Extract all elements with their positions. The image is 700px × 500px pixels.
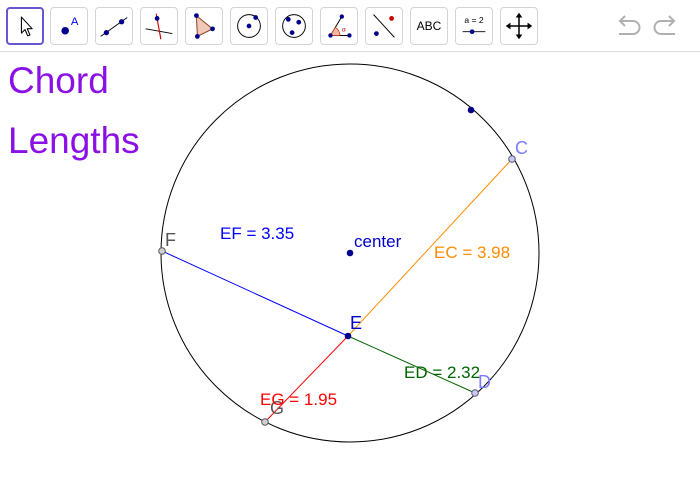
label-center: center [354,232,402,251]
measure-ec[interactable]: EC = 3.98 [434,243,510,262]
line-tool-button[interactable] [95,7,133,45]
label-f: F [165,230,176,250]
circle-three-points-icon [282,14,306,38]
text-tool-label: ABC [416,19,442,33]
slider-icon: a = 2 [462,15,486,35]
undo-icon [618,15,641,35]
measure-eg[interactable]: EG = 1.95 [260,390,337,409]
segment-ef[interactable] [161,250,349,337]
point-tool-button[interactable]: A [50,7,88,45]
angle-icon: α [328,14,352,38]
point-e[interactable] [344,332,352,340]
line-icon [100,17,128,37]
reflect-about-line-icon [373,14,395,38]
reflect-tool-button[interactable] [365,7,403,45]
cursor-arrow-icon [20,16,33,37]
circle-three-points-tool-button[interactable] [275,7,313,45]
measure-ed[interactable]: ED = 2.32 [404,363,480,382]
move-tool-button[interactable] [6,7,44,45]
redo-icon [653,15,676,35]
redo-button[interactable] [650,10,682,42]
geometry-canvas[interactable]: center E F C D G EF = 3.35 EC = 3.98 ED … [0,52,700,500]
label-c: C [515,138,528,158]
undo-button[interactable] [612,10,644,42]
perpendicular-tool-button[interactable] [140,7,178,45]
point-icon: A [61,16,79,35]
angle-tool-glyph: α [342,27,346,34]
measure-ef[interactable]: EF = 3.35 [220,224,294,243]
circle-center-icon [237,14,261,38]
circle-center-tool-button[interactable] [230,7,268,45]
toolbar: A α ABC a = 2 [0,0,700,52]
point-tool-glyph: A [71,16,79,28]
circle-point[interactable] [467,106,475,114]
move-arrows-icon [505,12,533,40]
perpendicular-line-icon [145,13,173,40]
move-graphics-tool-button[interactable] [500,7,538,45]
slider-tool-label: a = 2 [464,15,483,25]
center-point[interactable] [346,249,354,257]
polygon-icon [194,13,215,39]
point-g[interactable] [261,418,269,426]
label-e: E [350,313,362,333]
slider-tool-button[interactable]: a = 2 [455,7,493,45]
text-tool-button[interactable]: ABC [410,7,448,45]
polygon-tool-button[interactable] [185,7,223,45]
angle-tool-button[interactable]: α [320,7,358,45]
